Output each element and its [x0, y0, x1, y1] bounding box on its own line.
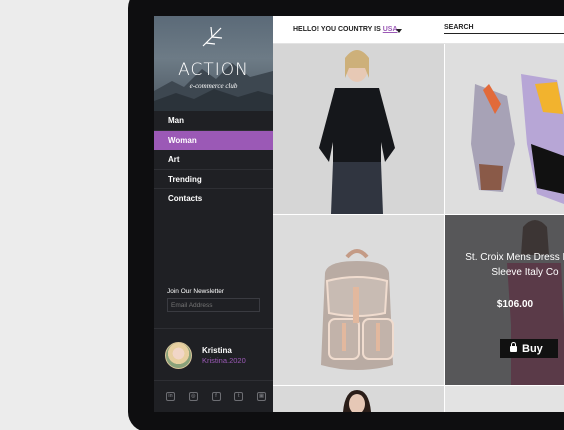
nav-item-man[interactable]: Man — [154, 111, 273, 131]
product-image-portrait — [273, 386, 444, 412]
facebook-icon[interactable]: f — [211, 392, 221, 401]
nav-item-woman[interactable]: Woman — [154, 130, 273, 150]
product-tile-featured[interactable]: St. Croix Mens Dress Long Sleeve Italy C… — [445, 215, 564, 385]
newsletter-label: Join Our Newsletter — [167, 288, 225, 295]
product-tile-portrait[interactable] — [273, 386, 444, 412]
product-tile-backpack[interactable] — [273, 215, 444, 385]
product-tile-empty[interactable] — [445, 386, 564, 412]
nav-item-art[interactable]: Art — [154, 150, 273, 170]
satellite-icon — [202, 26, 223, 47]
linkedin-icon[interactable]: in — [166, 392, 175, 401]
buy-button[interactable]: Buy — [500, 339, 558, 358]
country-selector[interactable]: HELLO! YOU COUNTRY IS USA — [293, 26, 398, 33]
sidebar: ACTION e-commerce club Man Woman Art Tre… — [154, 16, 273, 412]
divider — [154, 380, 273, 381]
logo-title: ACTION — [178, 60, 249, 80]
main-nav: Man Woman Art Trending Contacts — [154, 111, 273, 209]
user-name: Kristina — [202, 346, 232, 355]
twitter-icon[interactable]: t — [234, 392, 244, 401]
nav-item-contacts[interactable]: Contacts — [154, 189, 273, 209]
camera-icon[interactable]: ▣ — [257, 392, 266, 401]
product-image-backpack — [273, 215, 444, 385]
product-tile-sneakers[interactable] — [445, 44, 564, 214]
greeting-text: HELLO! YOU COUNTRY IS — [293, 26, 381, 33]
divider — [154, 328, 273, 329]
instagram-icon[interactable]: ◎ — [188, 392, 198, 401]
product-tile-jacket[interactable] — [273, 44, 444, 214]
product-image-jacket — [273, 44, 444, 214]
logo-subtitle: e-commerce club — [189, 82, 238, 90]
chevron-down-icon[interactable] — [396, 29, 402, 33]
social-links: in ◎ f t ▣ — [166, 392, 266, 401]
avatar[interactable] — [165, 342, 192, 369]
top-bar: HELLO! YOU COUNTRY IS USA — [273, 16, 564, 44]
logo-hero: ACTION e-commerce club — [154, 16, 273, 111]
lock-icon — [510, 341, 517, 352]
newsletter-email-input[interactable] — [167, 298, 260, 312]
user-handle[interactable]: Kristina.2020 — [202, 356, 246, 365]
nav-item-trending[interactable]: Trending — [154, 170, 273, 189]
app-screen: ACTION e-commerce club Man Woman Art Tre… — [154, 16, 564, 412]
search-input[interactable] — [444, 24, 564, 34]
buy-label: Buy — [522, 342, 543, 355]
product-price: $106.00 — [496, 299, 534, 310]
product-image-sneakers — [445, 44, 564, 214]
product-title[interactable]: St. Croix Mens Dress Long Sleeve Italy C… — [455, 250, 564, 280]
